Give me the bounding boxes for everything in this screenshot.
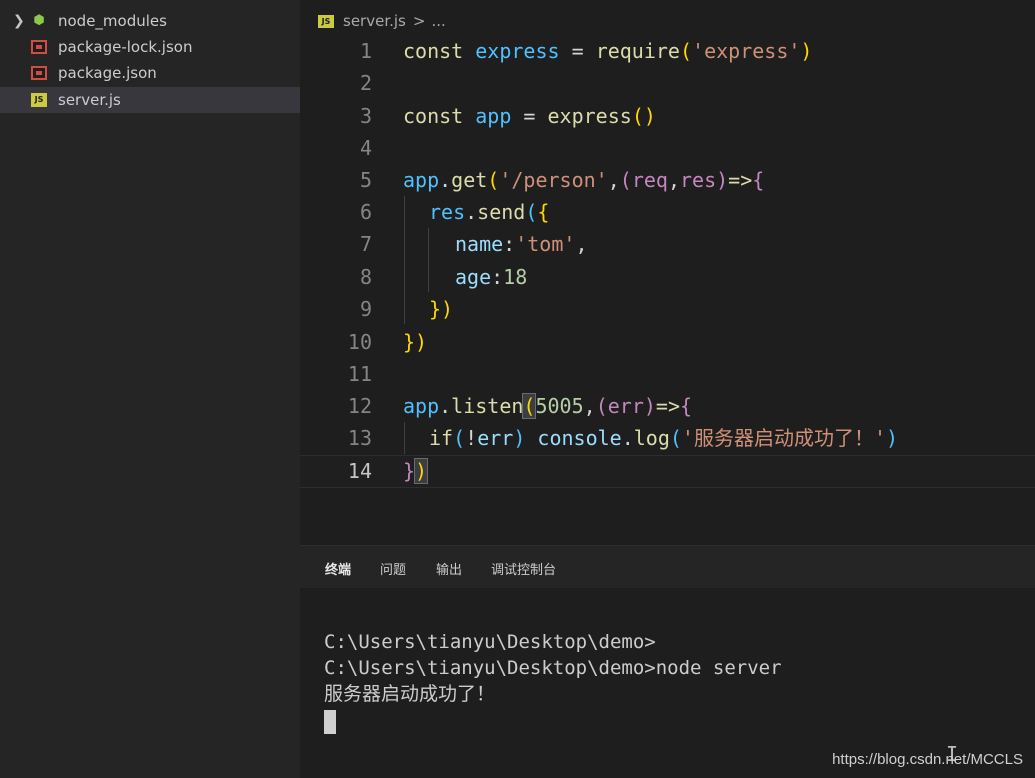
tree-item-label: server.js: [58, 91, 121, 109]
terminal-line: 服务器启动成功了！: [324, 683, 496, 705]
line-number: 1: [359, 39, 372, 63]
watermark: https://blog.csdn.net/MCCLS: [832, 751, 1023, 768]
terminal-cursor: [324, 710, 336, 734]
terminal-line: C:\Users\tianyu\Desktop\demo>node server: [324, 657, 782, 679]
code-line-3[interactable]: 3 const app = express(): [300, 100, 1035, 132]
code-editor[interactable]: JS server.js > ... 1 const express = req…: [300, 0, 1035, 545]
code-line-9[interactable]: 9 }): [300, 293, 1035, 325]
code-line-14[interactable]: 14 }): [300, 455, 1035, 487]
breadcrumb-separator: >: [412, 12, 426, 30]
line-number: 14: [347, 459, 372, 483]
line-number: 4: [359, 136, 372, 160]
line-number: 9: [359, 297, 372, 321]
code-text: const app = express(): [403, 104, 656, 128]
code-line-13[interactable]: 13 if(!err) console.log('服务器启动成功了！'): [300, 422, 1035, 454]
code-line-6[interactable]: 6 res.send({: [300, 196, 1035, 228]
line-number: 6: [359, 200, 372, 224]
code-text: }): [429, 297, 454, 321]
tree-item-node-modules[interactable]: ❯ ⬢ node_modules: [0, 8, 300, 34]
code-line-5[interactable]: 5 app.get('/person',(req,res)=>{: [300, 164, 1035, 196]
tab-output[interactable]: 输出: [436, 559, 462, 578]
line-number: 11: [347, 362, 372, 386]
terminal-line: C:\Users\tianyu\Desktop\demo>: [324, 631, 656, 653]
json-file-icon: [31, 66, 47, 80]
code-line-4[interactable]: 4: [300, 132, 1035, 164]
tree-item-package-lock-json[interactable]: package-lock.json: [0, 34, 300, 60]
code-text: app.get('/person',(req,res)=>{: [403, 168, 765, 192]
breadcrumb-file[interactable]: server.js: [343, 12, 406, 30]
json-file-icon: [31, 40, 47, 54]
code-line-2[interactable]: 2: [300, 67, 1035, 99]
chevron-right-icon[interactable]: ❯: [13, 14, 25, 28]
line-number: 3: [359, 104, 372, 128]
tree-item-label: package-lock.json: [58, 38, 193, 56]
breadcrumb: JS server.js > ...: [318, 10, 446, 32]
code-text: }): [403, 330, 428, 354]
line-number: 10: [347, 330, 372, 354]
line-number: 2: [359, 71, 372, 95]
tab-debug-console[interactable]: 调试控制台: [491, 559, 556, 578]
tree-item-label: package.json: [58, 64, 157, 82]
code-text: }): [403, 458, 429, 484]
line-number: 8: [359, 265, 372, 289]
line-number: 7: [359, 232, 372, 256]
node-modules-folder-icon: ⬢: [33, 13, 45, 28]
terminal-panel: 终端 问题 输出 调试控制台 C:\Users\tianyu\Desktop\d…: [300, 545, 1035, 778]
code-text: age:18: [455, 265, 528, 289]
tab-problems[interactable]: 问题: [380, 559, 406, 578]
line-number: 5: [359, 168, 372, 192]
code-line-8[interactable]: 8 age:18: [300, 261, 1035, 293]
breadcrumb-rest[interactable]: ...: [431, 12, 445, 30]
explorer-sidebar: ❯ ⬢ node_modules package-lock.json packa…: [0, 0, 300, 778]
code-line-12[interactable]: 12 app.listen(5005,(err)=>{: [300, 390, 1035, 422]
js-file-icon: JS: [318, 14, 334, 28]
code-text: if(!err) console.log('服务器启动成功了！'): [429, 426, 899, 450]
code-text: app.listen(5005,(err)=>{: [403, 393, 693, 419]
line-number: 12: [347, 394, 372, 418]
code-text: const express = require('express'): [403, 39, 813, 63]
panel-tabs: 终端 问题 输出 调试控制台: [300, 546, 1035, 588]
tab-terminal[interactable]: 终端: [325, 559, 351, 578]
js-file-icon: JS: [31, 93, 47, 107]
code-line-1[interactable]: 1 const express = require('express'): [300, 35, 1035, 67]
code-line-7[interactable]: 7 name:'tom',: [300, 228, 1035, 260]
code-text: res.send({: [429, 200, 550, 224]
code-line-10[interactable]: 10 }): [300, 326, 1035, 358]
code-line-11[interactable]: 11: [300, 358, 1035, 390]
code-text: name:'tom',: [455, 232, 588, 256]
tree-item-package-json[interactable]: package.json: [0, 60, 300, 86]
tree-item-label: node_modules: [58, 12, 167, 30]
line-number: 13: [347, 426, 372, 450]
tree-item-server-js[interactable]: JS server.js: [0, 87, 300, 113]
